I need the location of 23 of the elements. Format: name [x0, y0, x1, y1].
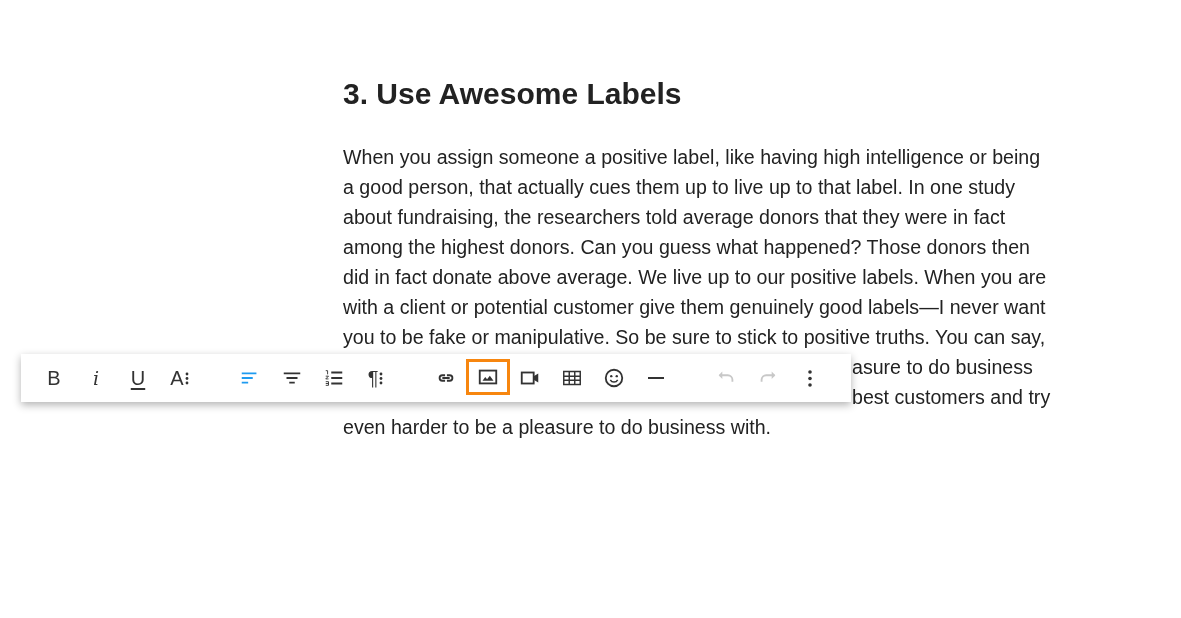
smiley-icon: [603, 367, 625, 389]
underline-button[interactable]: U: [122, 362, 154, 394]
paragraph-line: with a client or potential customer give them genuinely good labels—I never want: [343, 295, 1046, 320]
paragraph-line: you to be fake or manipulative. So be sure to stick to positive truths. You can say,: [343, 325, 1046, 350]
dots-icon: [378, 370, 385, 386]
paragraph-line: a good person, that actually cues them up to live up to that label. In one study: [343, 175, 1016, 200]
italic-button[interactable]: i: [80, 362, 112, 394]
paragraph-line: When you assign someone a positive label, like having high intelligence or being: [343, 145, 1041, 170]
paragraph-line: best customers and try: [852, 385, 1051, 410]
paragraph-line: among the highest donors. Can you guess what happened? Those donors then: [343, 235, 1030, 260]
more-icon: [808, 369, 812, 387]
dots-icon: [183, 370, 190, 386]
paragraph-line: even harder to be a pleasure to do business with.: [343, 415, 772, 440]
paragraph-line: asure to do business: [852, 355, 1033, 380]
article-heading: 3. Use Awesome Labels: [343, 76, 683, 112]
horizontal-line-icon: [648, 377, 664, 379]
image-button[interactable]: [469, 362, 507, 392]
format-menu-button[interactable]: A: [164, 362, 196, 394]
format-menu-button[interactable]: ¶: [360, 362, 392, 394]
paragraph-line: about fundraising, the researchers told average donors that they were in fact: [343, 205, 1006, 230]
paragraph-line: did in fact donate above average. We live up to our positive labels. When you are: [343, 265, 1047, 290]
bold-button[interactable]: B: [38, 362, 70, 394]
numbered-list-icon: [323, 367, 345, 389]
